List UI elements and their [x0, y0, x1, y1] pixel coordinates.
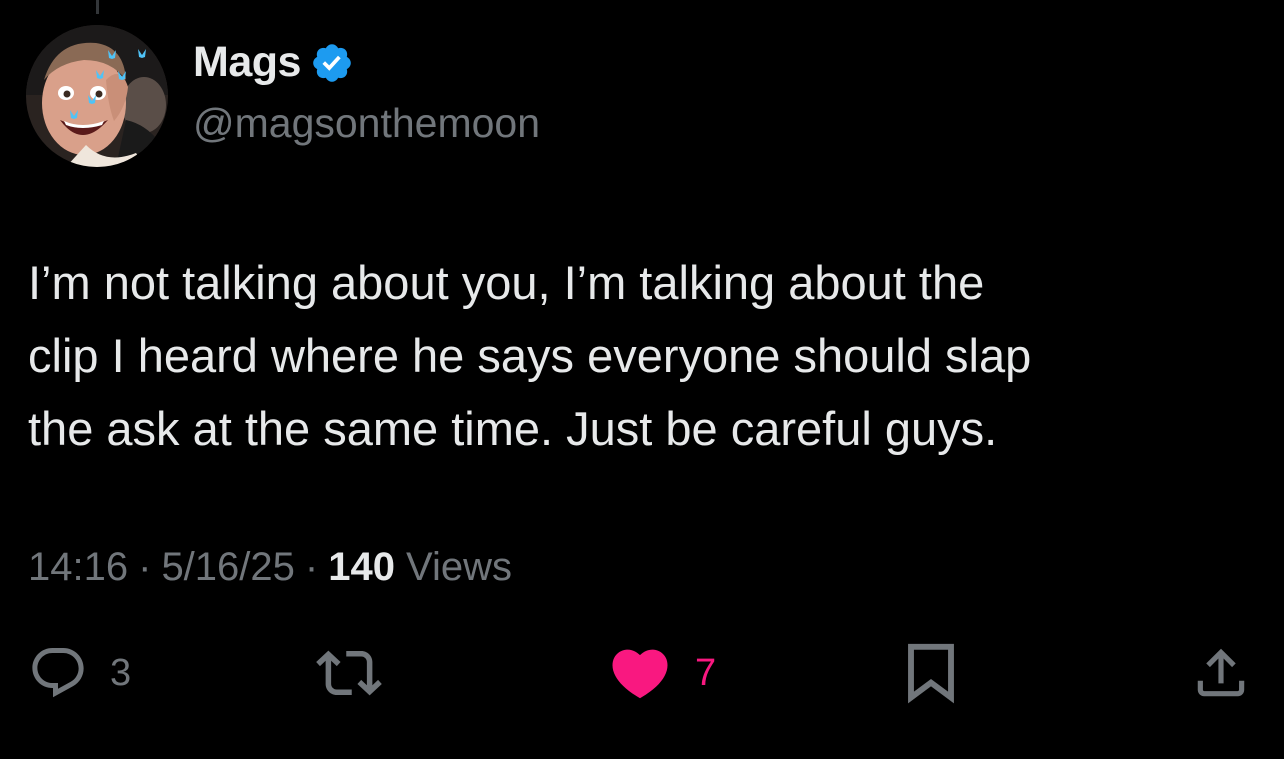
- like-button[interactable]: 7: [607, 640, 716, 706]
- tweet-meta: 14:16 · 5/16/25 · 140 Views: [28, 545, 512, 590]
- reply-icon: [32, 648, 84, 698]
- tweet-time[interactable]: 14:16: [28, 545, 128, 590]
- reply-count: 3: [110, 651, 132, 694]
- verified-badge-icon: [313, 43, 351, 82]
- views-count[interactable]: 140: [328, 545, 395, 590]
- meta-separator: ·: [138, 545, 152, 589]
- heart-icon: [612, 649, 668, 699]
- thread-line: [96, 0, 99, 14]
- user-handle[interactable]: @magsonthemoon: [193, 100, 540, 147]
- views-label: Views: [405, 545, 512, 589]
- reply-button[interactable]: 3: [28, 640, 131, 706]
- retweet-button[interactable]: [316, 640, 382, 706]
- tweet-date[interactable]: 5/16/25: [161, 545, 294, 590]
- avatar-image: [26, 25, 168, 167]
- meta-separator: ·: [304, 545, 319, 589]
- tweet-actions: 3 7: [0, 640, 1284, 710]
- share-icon: [1197, 648, 1245, 697]
- share-button[interactable]: [1190, 640, 1252, 706]
- display-name[interactable]: Mags: [193, 38, 301, 87]
- like-count: 7: [695, 651, 717, 694]
- bookmark-button[interactable]: [902, 640, 960, 706]
- avatar[interactable]: [26, 25, 168, 167]
- bookmark-icon: [908, 643, 954, 704]
- tweet-text: I’m not talking about you, I’m talking a…: [28, 256, 1032, 455]
- retweet-icon: [316, 650, 382, 696]
- author-name-row: Mags: [193, 38, 354, 87]
